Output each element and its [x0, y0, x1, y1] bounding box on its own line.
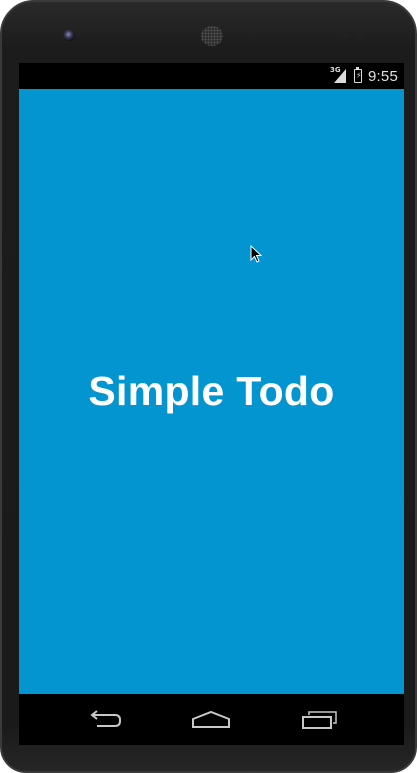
status-bar: 3G ⚡ 9:55: [19, 63, 404, 89]
earpiece-speaker: [201, 26, 223, 46]
light-sensor: [356, 32, 362, 38]
battery-icon: ⚡: [354, 67, 362, 83]
signal-icon: 3G: [330, 66, 348, 84]
proximity-sensor: [343, 32, 349, 38]
recents-button[interactable]: [297, 707, 341, 733]
app-content[interactable]: Simple Todo: [19, 89, 404, 694]
back-button[interactable]: [82, 707, 126, 733]
mouse-cursor-icon: [250, 245, 262, 263]
device-frame: 3G ⚡ 9:55 Simple Todo: [0, 0, 417, 773]
navigation-bar: [19, 694, 404, 745]
status-icons: 3G ⚡ 9:55: [330, 63, 398, 89]
back-icon: [90, 710, 121, 727]
front-camera: [63, 29, 75, 41]
home-button[interactable]: [189, 707, 233, 733]
screen: 3G ⚡ 9:55 Simple Todo: [19, 63, 404, 745]
status-clock: 9:55: [368, 67, 398, 85]
recents-icon: [302, 711, 337, 729]
home-icon: [192, 710, 230, 728]
app-title: Simple Todo: [88, 368, 335, 414]
